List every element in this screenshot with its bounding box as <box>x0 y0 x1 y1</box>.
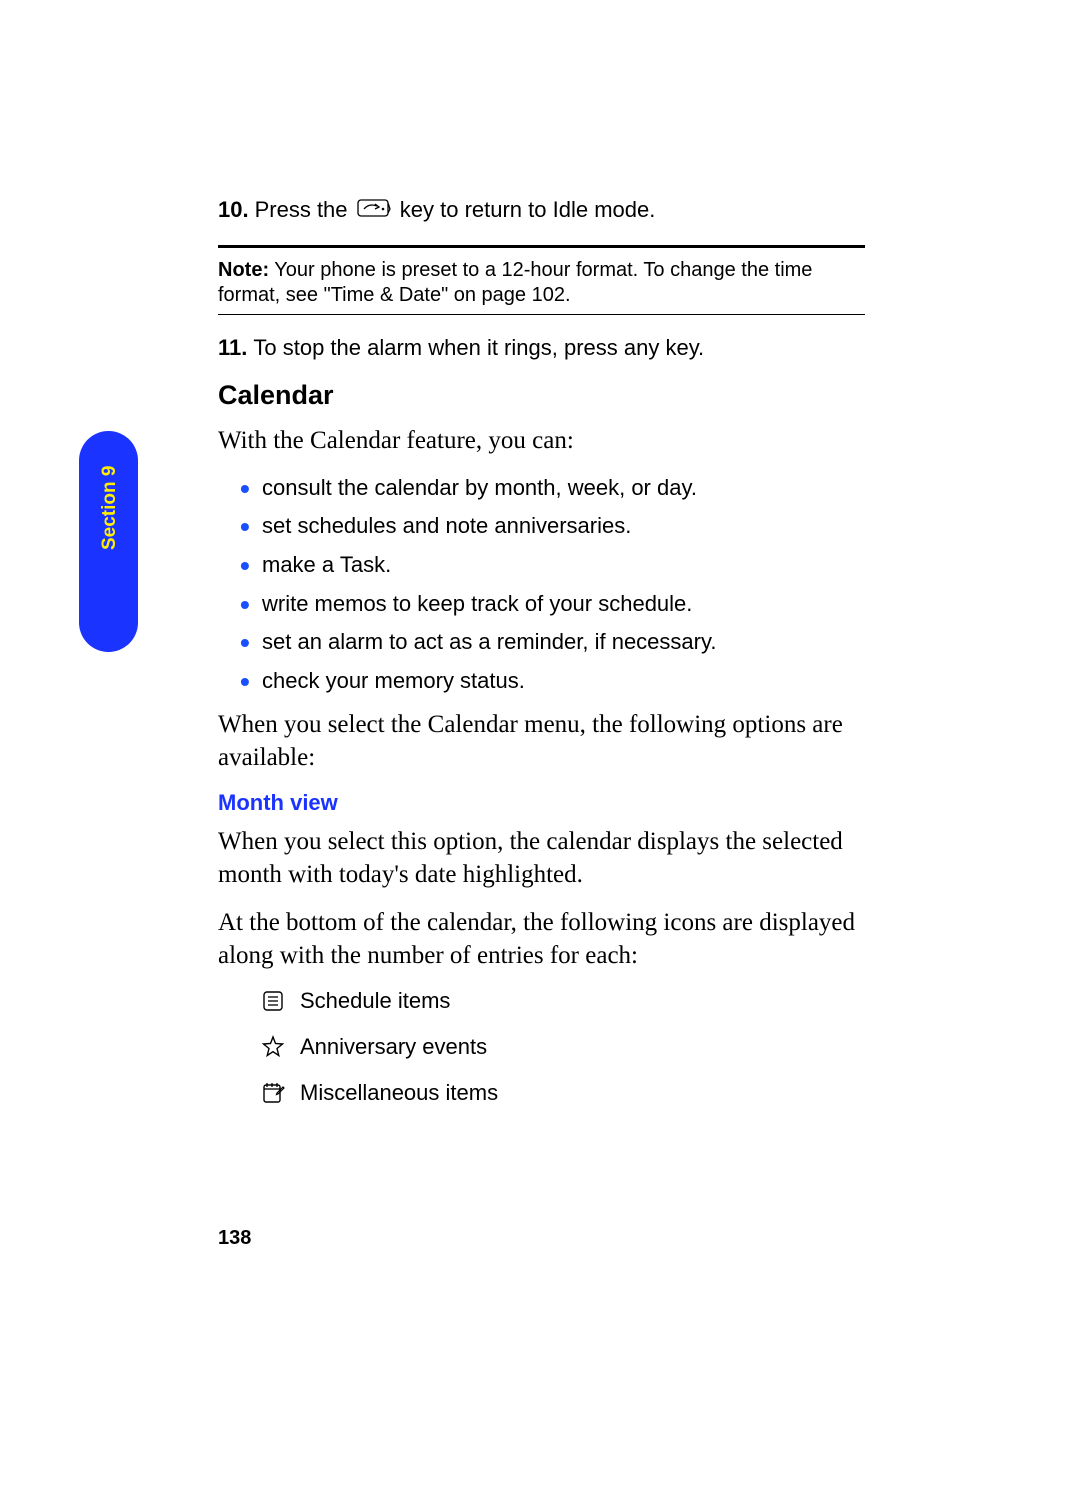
list-item: make a Task. <box>240 551 865 580</box>
list-item: set an alarm to act as a reminder, if ne… <box>240 628 865 657</box>
list-item: check your memory status. <box>240 667 865 696</box>
end-call-key-icon <box>357 197 391 227</box>
divider-bottom <box>218 314 865 315</box>
icon-legend: Schedule items Anniversary events <box>258 988 865 1106</box>
note-label: Note: <box>218 259 269 281</box>
menu-intro: When you select the Calendar menu, the f… <box>218 709 865 774</box>
note-text: Note: Your phone is preset to a 12-hour … <box>218 258 865 308</box>
step-10-number: 10. <box>218 195 249 227</box>
feature-list: consult the calendar by month, week, or … <box>240 474 865 696</box>
step-11-number: 11. <box>218 333 247 363</box>
month-view-para-1: When you select this option, the calenda… <box>218 826 865 891</box>
heading-calendar: Calendar <box>218 380 865 411</box>
step-10: 10. Press the key to return to Idle mode… <box>218 195 865 227</box>
page-number: 138 <box>218 1227 251 1250</box>
month-view-para-2: At the bottom of the calendar, the follo… <box>218 907 865 972</box>
page-content: 10. Press the key to return to Idle mode… <box>0 0 1080 1106</box>
schedule-icon <box>258 990 288 1012</box>
step-10-text-before: Press the <box>255 197 354 222</box>
calendar-intro: With the Calendar feature, you can: <box>218 425 865 458</box>
anniversary-icon <box>258 1035 288 1059</box>
list-item: set schedules and note anniversaries. <box>240 512 865 541</box>
icon-row: Schedule items <box>258 988 865 1014</box>
divider-top <box>218 245 865 248</box>
list-item: consult the calendar by month, week, or … <box>240 474 865 503</box>
icon-row: Miscellaneous items <box>258 1080 865 1106</box>
icon-label: Anniversary events <box>300 1034 487 1060</box>
step-11-text: To stop the alarm when it rings, press a… <box>253 333 704 363</box>
icon-label: Miscellaneous items <box>300 1080 498 1106</box>
icon-row: Anniversary events <box>258 1034 865 1060</box>
icon-label: Schedule items <box>300 988 450 1014</box>
subheading-month-view: Month view <box>218 790 865 816</box>
note-body: Your phone is preset to a 12-hour format… <box>218 259 812 306</box>
step-11: 11. To stop the alarm when it rings, pre… <box>218 333 865 363</box>
step-10-text-after: key to return to Idle mode. <box>400 197 656 222</box>
list-item: write memos to keep track of your schedu… <box>240 590 865 619</box>
misc-icon <box>258 1081 288 1105</box>
